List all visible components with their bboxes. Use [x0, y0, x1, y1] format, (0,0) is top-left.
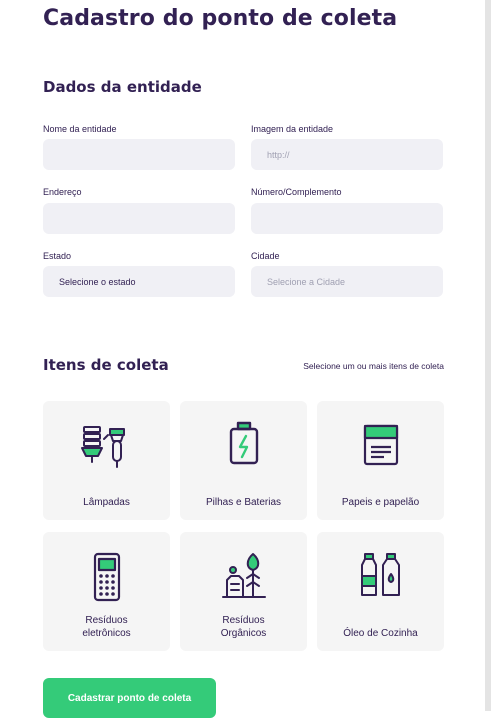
- city-select[interactable]: Selecione a Cidade: [251, 266, 443, 297]
- state-label: Estado: [43, 251, 72, 261]
- item-label-electronics: Resíduos eletrônicos: [82, 615, 131, 639]
- electronics-icon: [93, 552, 120, 602]
- entity-image-input[interactable]: [251, 139, 443, 170]
- state-select-value: Selecione o estado: [59, 276, 136, 287]
- number-input[interactable]: [251, 203, 443, 234]
- item-card-oil[interactable]: Óleo de Cozinha: [317, 532, 444, 651]
- submit-button[interactable]: Cadastrar ponto de coleta: [43, 678, 216, 718]
- lamps-icon: [80, 426, 125, 468]
- city-label: Cidade: [251, 251, 280, 261]
- item-label-oil: Óleo de Cozinha: [343, 628, 418, 639]
- address-label: Endereço: [43, 187, 82, 197]
- state-select[interactable]: Selecione o estado: [43, 266, 235, 297]
- item-card-paper[interactable]: Papeis e papelão: [317, 401, 444, 520]
- cooking-oil-icon: [360, 553, 400, 596]
- submit-button-label: Cadastrar ponto de coleta: [67, 692, 192, 704]
- entity-section-title: Dados da entidade: [43, 78, 202, 96]
- item-label-lamps: Lâmpadas: [83, 497, 130, 508]
- item-card-organic[interactable]: Resíduos Orgânicos: [180, 532, 307, 651]
- number-label: Número/Complemento: [251, 187, 342, 197]
- scrollbar[interactable]: [485, 0, 491, 711]
- entity-name-label: Nome da entidade: [43, 124, 117, 134]
- item-label-battery: Pilhas e Baterias: [205, 497, 282, 508]
- city-select-value: Selecione a Cidade: [267, 276, 346, 287]
- battery-icon: [229, 421, 258, 465]
- item-card-lamps[interactable]: Lâmpadas: [43, 401, 170, 520]
- entity-name-input[interactable]: [43, 139, 235, 170]
- item-label-organic: Resíduos Orgânicos: [220, 615, 267, 639]
- address-input[interactable]: [43, 203, 235, 234]
- organic-waste-icon: [221, 553, 266, 598]
- item-label-paper: Papeis e papelão: [341, 497, 420, 508]
- entity-image-label: Imagem da entidade: [251, 124, 334, 134]
- item-card-electronics[interactable]: Resíduos eletrônicos: [43, 532, 170, 651]
- items-hint: Selecione um ou mais itens de coleta: [303, 361, 444, 371]
- item-card-battery[interactable]: Pilhas e Baterias: [180, 401, 307, 520]
- items-section-title: Itens de coleta: [43, 356, 169, 374]
- paper-icon: [363, 424, 398, 466]
- page-title: Cadastro do ponto de coleta: [43, 6, 398, 31]
